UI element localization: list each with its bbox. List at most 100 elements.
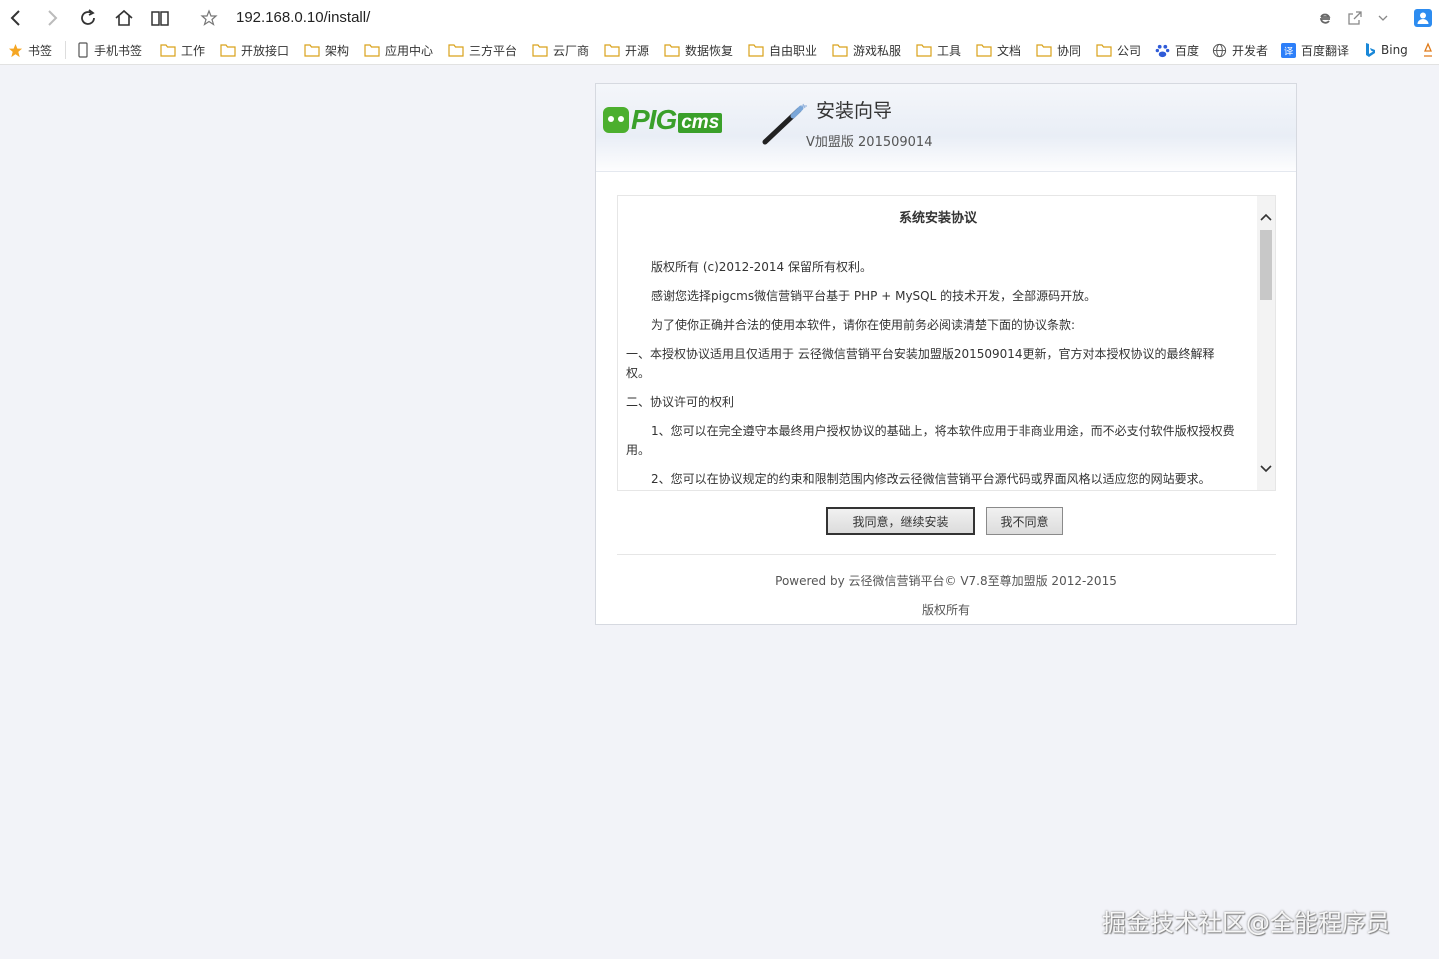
- agreement-scrollbar[interactable]: [1257, 196, 1275, 490]
- bookmark-label: 数据恢复: [685, 43, 734, 58]
- folder-icon: [664, 44, 680, 57]
- folder-icon: [916, 44, 932, 57]
- disagree-button[interactable]: 我不同意: [986, 507, 1063, 535]
- agreement-paragraph: 1、您可以在完全遵守本最终用户授权协议的基础上，将本软件应用于非商业用途，而不必…: [626, 424, 1235, 457]
- bookmark-item-bookmarks[interactable]: 书签: [8, 41, 52, 59]
- bookmark-label: 开发者: [1232, 43, 1269, 58]
- ie-engine-icon[interactable]: [1313, 6, 1337, 30]
- bookmark-folder-open-source[interactable]: 开源: [604, 41, 649, 59]
- bookmark-folder-game-servers[interactable]: 游戏私服: [832, 41, 901, 59]
- bookmark-item-baidu[interactable]: 百度: [1155, 41, 1199, 59]
- installer-header: PIG cms 安装向导 V加盟版 201509014: [596, 84, 1296, 172]
- favorite-star-icon[interactable]: [197, 6, 221, 30]
- wizard-version: V加盟版 201509014: [806, 135, 933, 150]
- bookmark-label: 百度: [1175, 43, 1200, 58]
- agreement-paragraph: 2、您可以在协议规定的约束和限制范围内修改云径微信营销平台源代码或界面风格以适应…: [651, 472, 1211, 486]
- address-bar[interactable]: 192.168.0.10/install/: [236, 9, 370, 26]
- magic-wand-icon: [761, 102, 809, 150]
- license-agreement-box[interactable]: 系统安装协议 版权所有 (c)2012-2014 保留所有权利。 感谢您选择pi…: [617, 195, 1276, 491]
- bookmark-label: Bing: [1381, 43, 1408, 57]
- agreement-paragraph: 一、本授权协议适用且仅适用于 云径微信营销平台安装加盟版201509014更新，…: [626, 347, 1215, 380]
- footer-divider: [617, 554, 1276, 555]
- bookmark-overflow-icon[interactable]: [1422, 41, 1434, 59]
- bookmark-label: 自由职业: [769, 43, 818, 58]
- bookmark-folder-work[interactable]: 工作: [160, 41, 205, 59]
- folder-icon: [1096, 44, 1112, 57]
- folder-icon: [748, 44, 764, 57]
- bookmark-label: 书签: [28, 43, 53, 58]
- folder-icon: [364, 44, 380, 57]
- bookmark-label: 工作: [181, 43, 206, 58]
- bookmark-folder-third-party[interactable]: 三方平台: [448, 41, 517, 59]
- translate-icon: 译: [1281, 42, 1296, 58]
- bookmark-item-baidu-translate[interactable]: 译 百度翻译: [1281, 41, 1349, 59]
- bookmark-label: 工具: [937, 43, 962, 58]
- back-icon[interactable]: [4, 6, 28, 30]
- bookmark-folder-cloud-vendors[interactable]: 云厂商: [532, 41, 589, 59]
- bookmark-folder-open-api[interactable]: 开放接口: [220, 41, 289, 59]
- reader-mode-icon[interactable]: [148, 6, 172, 30]
- logo-suffix: cms: [678, 113, 723, 133]
- scroll-down-icon[interactable]: [1259, 462, 1273, 476]
- folder-icon: [532, 44, 548, 57]
- reload-icon[interactable]: [76, 6, 100, 30]
- agreement-body: 版权所有 (c)2012-2014 保留所有权利。 感谢您选择pigcms微信营…: [626, 258, 1238, 490]
- browser-toolbar: 192.168.0.10/install/: [0, 0, 1439, 36]
- bookmark-separator: [65, 41, 66, 59]
- bookmark-item-mobile[interactable]: 手机书签: [77, 41, 142, 59]
- folder-icon: [304, 44, 320, 57]
- baidu-paw-icon: [1155, 44, 1170, 57]
- agreement-paragraph: 版权所有 (c)2012-2014 保留所有权利。: [651, 260, 872, 274]
- scrollbar-thumb[interactable]: [1260, 230, 1272, 300]
- share-icon[interactable]: [1343, 6, 1367, 30]
- agree-continue-button[interactable]: 我同意，继续安装: [826, 507, 975, 535]
- globe-icon: [1212, 43, 1227, 57]
- bookmark-item-developer[interactable]: 开发者: [1212, 41, 1268, 59]
- pigcms-logo: PIG cms: [603, 104, 723, 136]
- folder-icon: [976, 44, 992, 57]
- chevron-down-icon[interactable]: [1371, 6, 1395, 30]
- folder-icon: [448, 44, 464, 57]
- bookmark-item-bing[interactable]: Bing: [1364, 41, 1408, 59]
- star-icon: [8, 43, 23, 57]
- bookmark-label: 开放接口: [241, 43, 290, 58]
- bookmark-folder-architecture[interactable]: 架构: [304, 41, 349, 59]
- copyright-text: 版权所有: [921, 603, 970, 617]
- folder-icon: [1036, 44, 1052, 57]
- svg-text:译: 译: [1284, 46, 1294, 57]
- bookmark-label: 公司: [1117, 43, 1142, 58]
- user-avatar-icon[interactable]: [1411, 6, 1435, 30]
- bookmark-label: 应用中心: [385, 43, 434, 58]
- bookmark-label: 文档: [997, 43, 1022, 58]
- agreement-title: 系统安装协议: [898, 211, 977, 226]
- bookmark-folder-tools[interactable]: 工具: [916, 41, 961, 59]
- forward-icon[interactable]: [40, 6, 64, 30]
- agreement-paragraph: 感谢您选择pigcms微信营销平台基于 PHP + MySQL 的技术开发，全部…: [651, 289, 1097, 303]
- agreement-paragraph: 为了使你正确并合法的使用本软件，请你在使用前务必阅读清楚下面的协议条款:: [651, 318, 1076, 332]
- bookmark-label: 手机书签: [94, 43, 143, 58]
- agreement-paragraph: 二、协议许可的权利: [626, 395, 735, 409]
- bookmark-label: 协同: [1057, 43, 1082, 58]
- bookmark-folder-docs[interactable]: 文档: [976, 41, 1021, 59]
- folder-icon: [604, 44, 620, 57]
- bookmark-folder-collab[interactable]: 协同: [1036, 41, 1081, 59]
- bookmark-label: 游戏私服: [853, 43, 902, 58]
- bookmark-folder-company[interactable]: 公司: [1096, 41, 1141, 59]
- mobile-icon: [78, 42, 88, 58]
- bookmark-folder-data-recovery[interactable]: 数据恢复: [664, 41, 733, 59]
- installer-panel: PIG cms 安装向导 V加盟版 201509014 系统安装协议 版权所有 …: [595, 83, 1297, 625]
- bookmark-folder-freelance[interactable]: 自由职业: [748, 41, 817, 59]
- bookmark-label: 三方平台: [469, 43, 518, 58]
- scroll-up-icon[interactable]: [1259, 210, 1273, 224]
- bookmark-label: 百度翻译: [1301, 43, 1350, 58]
- home-icon[interactable]: [112, 6, 136, 30]
- logo-text: PIG: [631, 104, 677, 135]
- logo-mascot-icon: [603, 107, 629, 133]
- bookmark-label: 云厂商: [553, 43, 590, 58]
- bing-icon: [1366, 43, 1375, 57]
- folder-icon: [220, 44, 236, 57]
- folder-icon: [160, 44, 176, 57]
- wizard-title: 安装向导: [816, 100, 893, 122]
- bookmark-label: 开源: [625, 43, 650, 58]
- bookmark-folder-app-center[interactable]: 应用中心: [364, 41, 433, 59]
